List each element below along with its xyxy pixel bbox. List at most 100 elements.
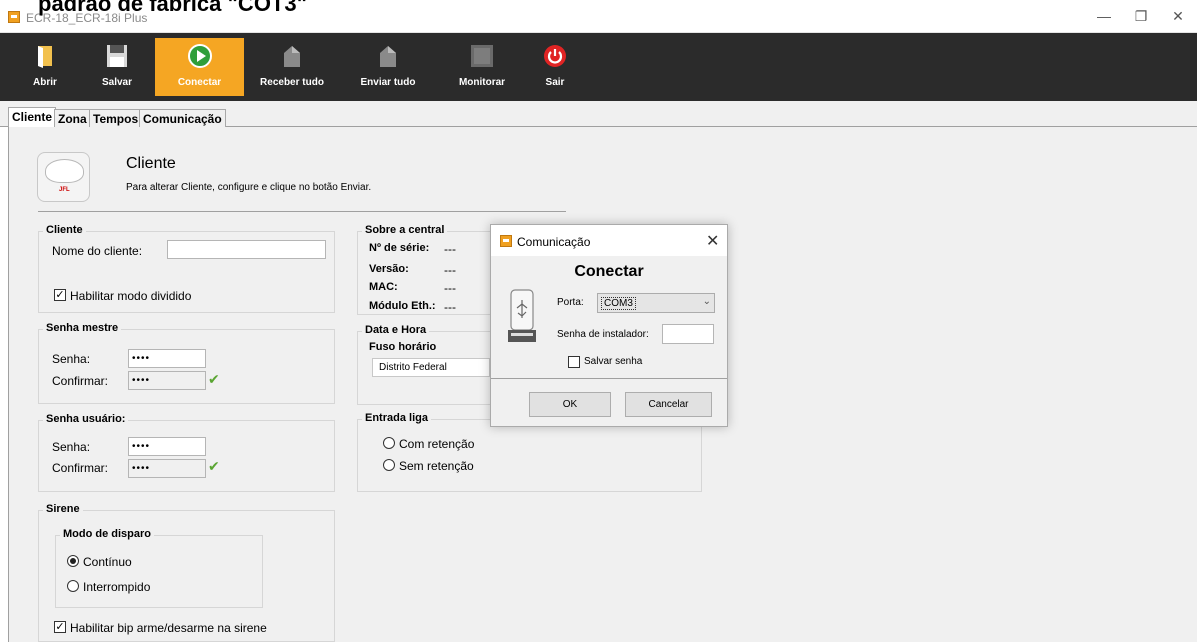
modo-disparo-group: Modo de disparo [55, 528, 263, 608]
usb-drive-icon [508, 289, 536, 342]
client-name-input[interactable] [167, 240, 326, 259]
master-password-input[interactable]: •••• [128, 349, 206, 368]
device-logo: JFL [59, 187, 70, 193]
page-title: Cliente [126, 155, 176, 172]
monitor-icon [471, 45, 493, 67]
dialog-title: Comunicação [517, 235, 591, 249]
dialog-close-button[interactable]: ✕ [706, 231, 719, 251]
version-label: Versão: [369, 263, 409, 275]
send-all-label: Enviar tudo [360, 77, 416, 88]
mac-value: --- [444, 281, 456, 295]
bip-label: Habilitar bip arme/desarme na sirene [70, 621, 267, 635]
master-confirm-label: Confirmar: [52, 374, 109, 388]
page-subtitle: Para alterar Cliente, configure e clique… [126, 182, 372, 193]
sirene-title: Sirene [43, 503, 83, 515]
timezone-select[interactable]: Distrito Federal [372, 358, 490, 377]
user-password-label: Senha: [52, 440, 91, 454]
connect-button[interactable]: Conectar [155, 38, 244, 96]
receive-arrow-icon [284, 46, 300, 67]
client-name-label: Nome do cliente: [52, 244, 143, 258]
master-password-label: Senha: [52, 352, 91, 366]
user-confirm-label: Confirmar: [52, 461, 109, 475]
split-mode-label: Habilitar modo dividido [70, 289, 192, 303]
minimize-button[interactable]: — [1089, 6, 1119, 26]
tab-zona[interactable]: Zona [54, 109, 91, 127]
comunicacao-dialog: Comunicação ✕ Conectar Porta: COM3 ⌄ Sen… [490, 224, 728, 427]
folder-open-icon [38, 46, 52, 68]
restore-button[interactable]: ❐ [1126, 6, 1156, 26]
main-toolbar: Abrir Salvar Conectar Receber tudo Envia… [0, 33, 1197, 101]
exit-button[interactable]: Sair [535, 38, 575, 96]
com-retencao-radio[interactable] [383, 437, 395, 449]
save-button[interactable]: Salvar [94, 38, 140, 96]
mac-label: MAC: [369, 281, 398, 293]
connect-label: Conectar [177, 77, 222, 88]
interrompido-label: Interrompido [83, 580, 151, 594]
check-valid-icon: ✔ [208, 371, 220, 387]
receive-all-label: Receber tudo [260, 77, 324, 88]
serial-label: Nº de série: [369, 242, 430, 254]
dialog-titlebar: Comunicação ✕ [491, 225, 727, 256]
chevron-down-icon: ⌄ [702, 296, 711, 307]
floppy-disk-icon [107, 45, 127, 67]
tab-cliente[interactable]: Cliente [8, 107, 57, 128]
check-valid-icon: ✔ [208, 458, 220, 474]
port-select[interactable]: COM3 ⌄ [597, 293, 715, 313]
save-password-label: Salvar senha [584, 356, 643, 367]
eth-module-value: --- [444, 300, 456, 314]
play-circle-icon [187, 44, 212, 68]
exit-label: Sair [545, 77, 565, 88]
installer-password-label: Senha de instalador: [557, 329, 649, 340]
senha-mestre-title: Senha mestre [43, 322, 122, 334]
save-label: Salvar [101, 77, 133, 88]
modo-disparo-title: Modo de disparo [60, 528, 154, 540]
cliente-group-title: Cliente [43, 224, 86, 236]
installer-password-input[interactable] [662, 324, 714, 344]
send-all-button[interactable]: Enviar tudo [356, 38, 420, 96]
tab-tempos[interactable]: Tempos [89, 109, 143, 127]
timezone-label: Fuso horário [369, 341, 437, 353]
port-label: Porta: [557, 297, 584, 308]
open-label: Abrir [33, 77, 57, 88]
header-divider [38, 211, 566, 212]
device-icon: JFL [37, 152, 90, 202]
tab-bar: Cliente Zona Tempos Comunicação [0, 101, 1197, 128]
master-confirm-input[interactable]: •••• [128, 371, 206, 390]
cancel-button[interactable]: Cancelar [625, 392, 712, 417]
com-retencao-label: Com retenção [399, 437, 475, 451]
port-value: COM3 [601, 297, 636, 310]
receive-all-button[interactable]: Receber tudo [257, 38, 327, 96]
open-button[interactable]: Abrir [22, 38, 68, 96]
user-confirm-input[interactable]: •••• [128, 459, 206, 478]
version-value: --- [444, 263, 456, 277]
senha-usuario-group: Senha usuário: [38, 413, 335, 492]
power-icon [544, 45, 566, 67]
entrada-liga-title: Entrada liga [362, 412, 431, 424]
dialog-heading: Conectar [574, 263, 644, 280]
dialog-divider [491, 378, 727, 379]
bip-checkbox[interactable]: ✓ [54, 621, 66, 633]
overlay-caption: padrão de fábrica "COT3" [38, 0, 308, 16]
save-password-checkbox[interactable] [568, 356, 580, 368]
interrompido-radio[interactable] [67, 580, 79, 592]
continuo-radio[interactable] [67, 555, 79, 567]
data-hora-title: Data e Hora [362, 324, 430, 336]
sem-retencao-radio[interactable] [383, 459, 395, 471]
entrada-liga-group: Entrada liga [357, 412, 702, 492]
ok-button[interactable]: OK [529, 392, 611, 417]
sobre-title: Sobre a central [362, 224, 448, 236]
continuo-label: Contínuo [83, 555, 132, 569]
tab-comunicacao[interactable]: Comunicação [139, 109, 226, 127]
eth-module-label: Módulo Eth.: [369, 300, 436, 312]
monitor-label: Monitorar [458, 77, 506, 88]
serial-value: --- [444, 242, 456, 256]
send-arrow-icon [380, 46, 396, 67]
user-password-input[interactable]: •••• [128, 437, 206, 456]
sem-retencao-label: Sem retenção [399, 459, 474, 473]
dialog-app-icon [500, 235, 512, 247]
split-mode-checkbox[interactable]: ✓ [54, 289, 66, 301]
app-icon [8, 11, 20, 23]
close-window-button[interactable]: ✕ [1163, 6, 1193, 26]
senha-usuario-title: Senha usuário: [43, 413, 129, 425]
monitor-button[interactable]: Monitorar [452, 38, 512, 96]
